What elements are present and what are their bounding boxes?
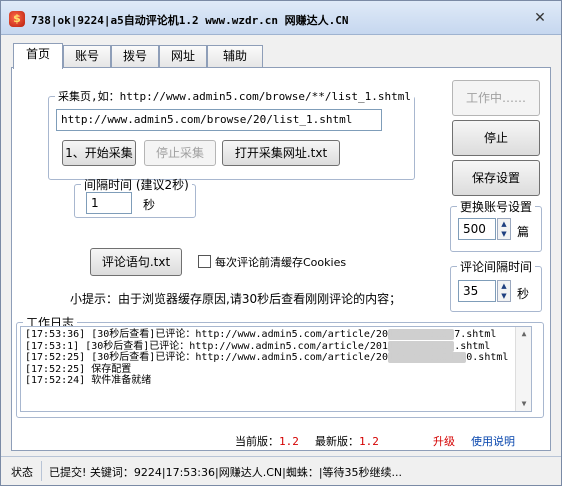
collect-group: 采集页,如：http://www.admin5.com/browse/**/li… [48,88,416,180]
comment-interval-spinner[interactable]: ▲ ▼ [497,280,511,302]
log-line: [17:53:36] [30秒后查看]已评论：http://www.admin5… [25,329,497,340]
window-title: 738|ok|9224|a5自动评论机1.2 www.wzdr.cn 网赚达人.… [31,14,349,27]
status-message: 已提交! 关键词：9224|17:53:36|网赚达人.CN|蜘蛛：|等待35秒… [49,466,403,479]
stop-collect-button[interactable]: 停止采集 [144,140,216,166]
spin-up-icon[interactable]: ▲ [498,219,510,229]
spin-down-icon[interactable]: ▼ [498,229,510,239]
tab-home[interactable]: 首页 [13,43,63,69]
clear-cookies-checkbox[interactable] [198,255,211,268]
latest-version: 最新版：1.2 [315,433,379,449]
open-collect-urls-button[interactable]: 打开采集网址.txt [222,140,340,166]
tab-assist[interactable]: 辅助 [207,45,263,67]
current-version-value: 1.2 [279,435,299,448]
account-switch-unit: 篇 [517,225,530,239]
latest-version-value: 1.2 [359,435,379,448]
log-line: [17:52:25] [30秒后查看]已评论：http://www.admin5… [25,352,509,363]
comment-interval-legend: 评论间隔时间 [460,260,533,274]
hint-text: 小提示：由于浏览器缓存原因,请30秒后查看刚刚评论的内容； [70,292,402,306]
log-line: [17:52:25] 保存配置 [25,363,132,375]
tab-account[interactable]: 账号 [63,45,111,67]
comment-interval-input[interactable]: 35 [458,280,496,302]
work-log-textarea[interactable]: [17:53:36] [30秒后查看]已评论：http://www.admin5… [20,326,532,412]
interval-unit: 秒 [143,198,156,212]
close-icon[interactable]: ✕ [531,9,549,27]
collect-url-input[interactable]: http://www.admin5.com/browse/20/list_1.s… [56,109,382,131]
tab-urls[interactable]: 网址 [159,45,207,67]
current-version-label: 当前版： [235,435,279,448]
scroll-down-icon[interactable]: ▼ [516,397,531,411]
title-bar[interactable]: $ 738|ok|9224|a5自动评论机1.2 www.wzdr.cn 网赚达… [1,1,561,35]
account-switch-spinner[interactable]: ▲ ▼ [497,218,511,240]
interval-legend: 间隔时间 (建议2秒) [84,178,189,192]
interval-input[interactable]: 1 [86,192,132,214]
comment-interval-unit: 秒 [517,287,530,301]
latest-version-label: 最新版： [315,435,359,448]
log-line: [17:52:24] 软件准备就绪 [25,375,152,386]
save-settings-button[interactable]: 保存设置 [452,160,540,196]
account-switch-input[interactable]: 500 [458,218,496,240]
money-bag-icon: $ [9,11,25,27]
log-line: [17:53:1] [30秒后查看]已评论：http://www.admin5.… [25,340,491,352]
app-window: $ 738|ok|9224|a5自动评论机1.2 www.wzdr.cn 网赚达… [0,0,562,486]
start-collect-button[interactable]: 1、开始采集 [62,140,136,166]
current-version: 当前版：1.2 [235,433,299,449]
status-bar: 状态 已提交! 关键词：9224|17:53:36|网赚达人.CN|蜘蛛：|等待… [1,456,561,485]
stop-button[interactable]: 停止 [452,120,540,156]
working-button[interactable]: 工作中…… [452,80,540,116]
spin-down-icon[interactable]: ▼ [498,291,510,301]
log-scrollbar[interactable]: ▲ ▼ [515,327,531,411]
spin-up-icon[interactable]: ▲ [498,281,510,291]
tab-dialup[interactable]: 拨号 [111,45,159,67]
upgrade-link[interactable]: 升级 [433,433,455,449]
status-divider [41,461,42,481]
comment-sentences-button[interactable]: 评论语句.txt [90,248,182,276]
status-label: 状态 [11,466,33,479]
collect-legend: 采集页,如：http://www.admin5.com/browse/**/li… [58,90,412,103]
help-link[interactable]: 使用说明 [471,433,515,449]
clear-cookies-label: 每次评论前清缓存Cookies [215,256,347,269]
scroll-up-icon[interactable]: ▲ [516,327,531,341]
home-tab-panel: 采集页,如：http://www.admin5.com/browse/**/li… [11,67,551,451]
account-switch-legend: 更换账号设置 [460,200,533,214]
